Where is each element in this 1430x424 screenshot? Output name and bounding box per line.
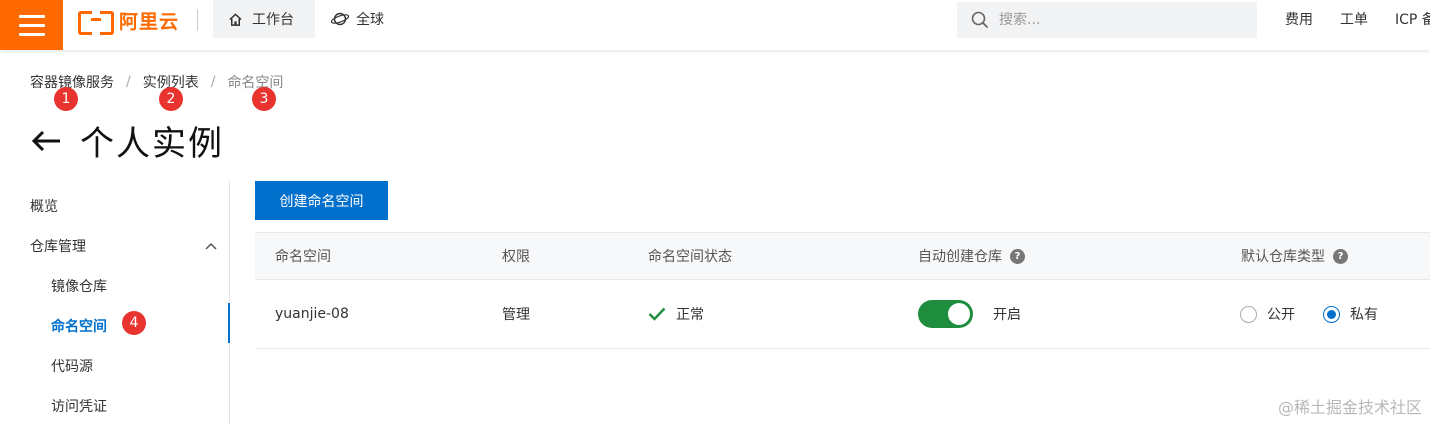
status-value: 正常 — [676, 307, 704, 323]
search-input[interactable] — [999, 12, 1239, 28]
sidebar-item-code-source[interactable]: 代码源 — [51, 356, 93, 376]
search-box[interactable] — [957, 2, 1257, 38]
workbench-label: 工作台 — [252, 12, 294, 28]
logo-text: 阿里云 — [119, 10, 180, 33]
workbench-button[interactable]: 工作台 — [213, 0, 315, 38]
region-label: 全球 — [356, 12, 384, 28]
sidebar-group-repo-management[interactable]: 仓库管理 — [30, 236, 217, 256]
breadcrumb-separator: / — [210, 74, 216, 90]
annotation-badge: 3 — [252, 87, 276, 111]
nav-icp[interactable]: ICP 备 — [1395, 0, 1430, 38]
globe-icon — [330, 12, 350, 26]
toggle-knob — [948, 303, 970, 325]
back-button[interactable] — [30, 129, 62, 153]
arrow-left-icon — [31, 130, 60, 151]
help-icon[interactable]: ? — [1010, 248, 1025, 264]
namespace-name: yuanjie-08 — [275, 306, 349, 322]
column-header-status: 命名空间状态 — [648, 249, 732, 265]
permission-value: 管理 — [502, 307, 530, 323]
sidebar-item-namespace[interactable]: 命名空间 — [51, 316, 107, 336]
radio-private[interactable] — [1323, 305, 1340, 323]
annotation-badge: 4 — [122, 311, 146, 335]
annotation-badge: 1 — [54, 87, 78, 111]
auto-create-cell: 开启 — [918, 280, 1021, 348]
breadcrumb-separator: / — [126, 74, 131, 90]
sidebar-group-label: 仓库管理 — [30, 239, 86, 255]
region-selector[interactable]: 全球 — [330, 0, 384, 38]
radio-private-label[interactable]: 私有 — [1350, 304, 1378, 324]
radio-public[interactable] — [1240, 305, 1257, 323]
search-icon — [971, 11, 989, 29]
annotation-badge: 2 — [159, 87, 183, 111]
page-title: 个人实例 — [80, 124, 224, 164]
column-header-permission: 权限 — [502, 249, 530, 265]
page-header: 个人实例 — [30, 116, 224, 165]
status-cell: 正常 — [648, 280, 704, 348]
permission-cell: 管理 — [502, 280, 530, 348]
auto-create-toggle[interactable] — [918, 300, 973, 328]
auto-create-label: 开启 — [993, 307, 1021, 323]
column-header-auto-create: 自动创建仓库 ? — [918, 233, 1025, 279]
help-icon[interactable]: ? — [1333, 248, 1348, 264]
menu-icon-line — [18, 23, 45, 27]
menu-icon-line — [18, 32, 45, 36]
aliyun-logo[interactable]: 阿里云 — [78, 8, 180, 35]
home-icon — [229, 12, 242, 26]
menu-icon-line — [18, 14, 45, 18]
radio-public-label[interactable]: 公开 — [1267, 304, 1295, 324]
column-header-default-repo-type: 默认仓库类型 ? — [1241, 233, 1348, 279]
sidebar-item-image-repos[interactable]: 镜像仓库 — [51, 276, 107, 296]
top-bar: 阿里云 工作台 全球 费用 工单 ICP 备 — [0, 0, 1430, 50]
sidebar-item-overview[interactable]: 概览 — [30, 196, 58, 216]
aliyun-logo-icon — [78, 11, 114, 35]
chevron-up-icon — [205, 242, 217, 250]
repo-type-cell: 公开 私有 — [1240, 280, 1378, 348]
namespace-cell: yuanjie-08 — [275, 280, 349, 348]
table-header: 命名空间 权限 命名空间状态 自动创建仓库 ? 默认仓库类型 ? — [255, 232, 1430, 280]
divider — [197, 9, 198, 31]
check-icon — [648, 307, 666, 321]
hamburger-menu-button[interactable] — [0, 0, 63, 50]
watermark: @稀土掘金技术社区 — [1277, 398, 1422, 417]
active-indicator — [228, 303, 230, 343]
nav-tickets[interactable]: 工单 — [1340, 0, 1368, 38]
sidebar-item-access-credentials[interactable]: 访问凭证 — [51, 396, 107, 416]
nav-billing[interactable]: 费用 — [1285, 0, 1313, 38]
sidebar: 概览 仓库管理 镜像仓库 命名空间 代码源 访问凭证 — [0, 181, 230, 424]
column-header-namespace: 命名空间 — [275, 249, 331, 265]
table-row: yuanjie-08 管理 正常 开启 公开 私有 — [255, 280, 1430, 349]
create-namespace-button[interactable]: 创建命名空间 — [255, 181, 388, 220]
